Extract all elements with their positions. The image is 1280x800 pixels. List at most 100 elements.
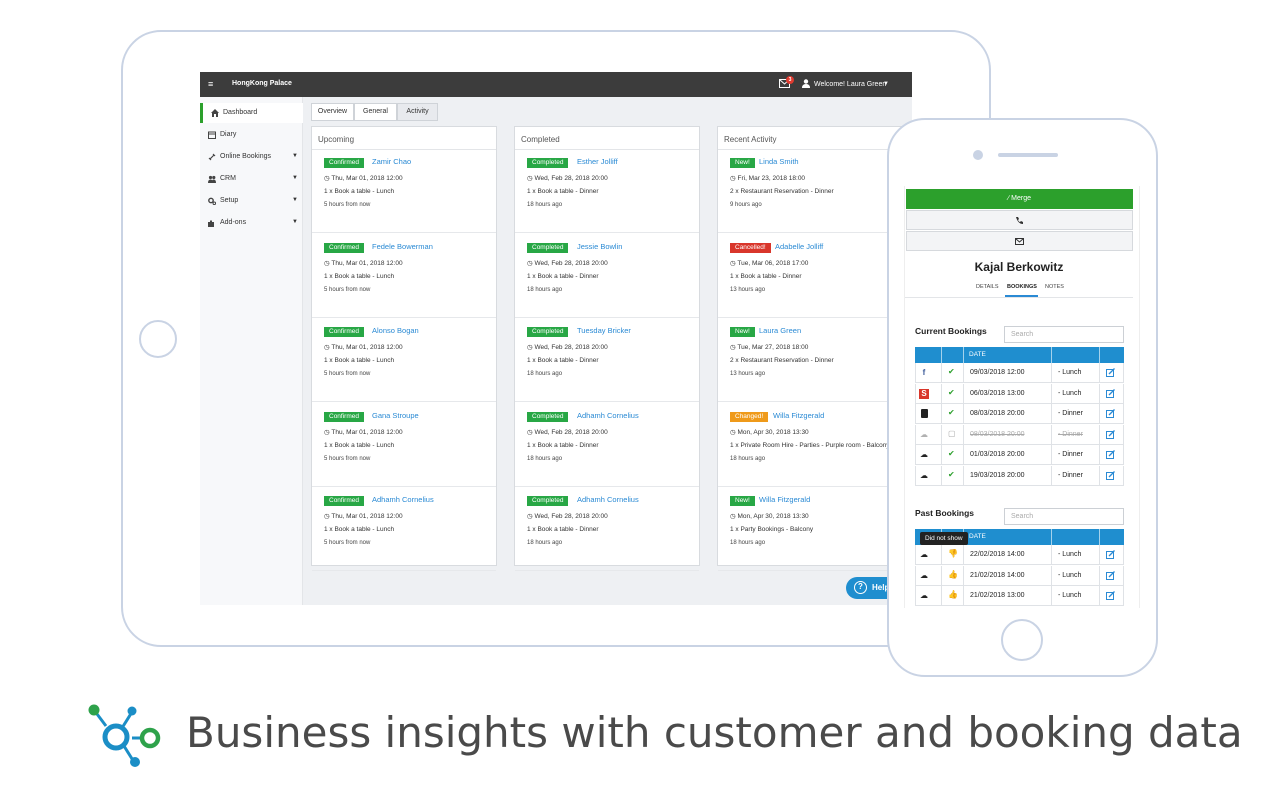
sidebar-item-add-ons[interactable]: Add-ons ▼	[200, 213, 303, 233]
customer-link[interactable]: Tuesday Bricker	[577, 326, 631, 335]
edit-icon[interactable]	[1106, 470, 1115, 480]
edit-icon[interactable]	[1106, 409, 1115, 418]
current-bookings-search-input[interactable]: Search	[1004, 326, 1124, 343]
cell-divider	[963, 565, 964, 586]
relative-time: 9 hours ago	[730, 202, 762, 208]
cell-divider	[1099, 565, 1100, 586]
caret-down-icon[interactable]: ▼	[883, 81, 889, 87]
merge-button[interactable]: ∕ Merge	[906, 189, 1133, 209]
customer-link[interactable]: Adhamh Cornelius	[577, 411, 639, 420]
activity-card[interactable]: New! Willa Fitzgerald ◷ Mon, Apr 30, 2018 …	[718, 487, 911, 571]
date-header[interactable]: DATE	[969, 533, 986, 540]
table-row[interactable]: ☁ 👍 21/02/2018 14:00 - Lunch	[915, 565, 1124, 586]
booking-description: 2 x Restaurant Reservation - Dinner	[730, 188, 834, 195]
activity-card[interactable]: Completed Adhamh Cornelius ◷ Wed, Feb 28, …	[515, 403, 699, 487]
relative-time: 5 hours from now	[324, 455, 371, 462]
activity-card[interactable]: Completed Tuesday Bricker ◷ Wed, Feb 28, 2…	[515, 318, 699, 402]
chevron-down-icon: ▼	[292, 153, 298, 159]
booking-meal: - Dinner	[1058, 410, 1083, 417]
table-row[interactable]: f ✔ 09/03/2018 12:00 - Lunch	[915, 363, 1124, 383]
table-header: DATE	[915, 347, 1124, 363]
sidebar-item-diary[interactable]: Diary	[200, 125, 303, 145]
customer-link[interactable]: Gana Stroupe	[372, 411, 419, 420]
relative-time: 5 hours from now	[324, 286, 371, 293]
datetime-text: Thu, Mar 01, 2018 12:00	[331, 513, 403, 520]
activity-card[interactable]: Changed! Willa Fitzgerald ◷ Mon, Apr 30, 2…	[718, 403, 911, 487]
edit-icon[interactable]	[1106, 429, 1115, 439]
chevron-down-icon: ▼	[292, 219, 298, 225]
relative-time: 18 hours ago	[730, 540, 766, 546]
activity-card[interactable]: Confirmed Fedele Bowerman ◷ Thu, Mar 01, 2…	[312, 234, 496, 318]
booking-description: 2 x Restaurant Reservation - Dinner	[730, 357, 834, 364]
brand-name[interactable]: HongKong Palace	[232, 80, 292, 87]
edit-icon[interactable]	[1106, 550, 1115, 559]
tab-notes[interactable]: NOTES	[1045, 284, 1064, 290]
activity-card[interactable]: Confirmed Gana Stroupe ◷ Thu, Mar 01, 2018…	[312, 403, 496, 487]
status-badge: Completed	[527, 411, 569, 422]
call-button[interactable]	[906, 210, 1133, 230]
booking-meal: - Dinner	[1058, 471, 1083, 479]
sidebar-item-dashboard[interactable]: Dashboard	[200, 103, 303, 123]
table-row[interactable]: ☁ ▢ 08/03/2018 20:00 - Dinner	[915, 424, 1124, 445]
tab-bookings[interactable]: BOOKINGS	[1007, 284, 1037, 290]
activity-card[interactable]: New! Linda Smith ◷ Fri, Mar 23, 2018 18:00…	[718, 149, 911, 233]
tab-overview[interactable]: Overview	[311, 103, 354, 121]
sidebar-item-crm[interactable]: CRM ▼	[200, 169, 303, 189]
email-button[interactable]	[906, 231, 1133, 251]
puzzle-icon	[208, 220, 214, 227]
customer-link[interactable]: Fedele Bowerman	[372, 242, 433, 251]
cell-divider	[1051, 545, 1052, 565]
datetime-text: Wed, Feb 28, 2018 20:00	[534, 259, 608, 267]
datetime-text: Mon, Apr 30, 2018 13:30	[737, 428, 809, 436]
booking-date: 09/03/2018 12:00	[970, 369, 1025, 376]
user-menu[interactable]: Welcome! Laura Green	[814, 81, 886, 88]
customer-link[interactable]: Esther Jolliff	[577, 157, 618, 166]
activity-card[interactable]: Completed Adhamh Cornelius ◷ Wed, Feb 28, …	[515, 487, 699, 571]
datetime-text: Thu, Mar 01, 2018 12:00	[331, 259, 403, 267]
table-row[interactable]: ☁ ✔ 19/03/2018 20:00 - Dinner	[915, 465, 1124, 486]
table-row[interactable]: ☁ 👍 21/02/2018 13:00 - Lunch	[915, 586, 1124, 606]
customer-link[interactable]: Adhamh Cornelius	[577, 495, 639, 504]
activity-card[interactable]: Cancelled! Adabelle Jolliff ◷ Tue, Mar 06,…	[718, 234, 911, 318]
column-title: Upcoming	[318, 135, 355, 144]
customer-link[interactable]: Jessie Bowlin	[577, 242, 622, 251]
activity-card[interactable]: Confirmed Alonso Bogan ◷ Thu, Mar 01, 2018…	[312, 318, 496, 402]
cell-divider	[1051, 363, 1052, 383]
sidebar-item-setup[interactable]: Setup ▼	[200, 191, 303, 211]
customer-link[interactable]: Adhamh Cornelius	[372, 495, 434, 504]
table-row[interactable]: ☁ 👎 22/02/2018 14:00 - Lunch	[915, 545, 1124, 565]
activity-card[interactable]: Completed Esther Jolliff ◷ Wed, Feb 28, 20…	[515, 149, 699, 233]
customer-link[interactable]: Willa Fitzgerald	[773, 411, 824, 420]
mail-count-badge: 3	[786, 76, 794, 84]
cell-divider	[941, 404, 942, 424]
customer-link[interactable]: Laura Green	[759, 326, 801, 335]
customer-link[interactable]: Alonso Bogan	[372, 326, 419, 335]
tab-activity[interactable]: Activity	[397, 103, 438, 121]
tab-details[interactable]: DETAILS	[976, 284, 999, 290]
edit-icon[interactable]	[1106, 388, 1115, 398]
customer-link[interactable]: Zamir Chao	[372, 157, 411, 166]
edit-icon[interactable]	[1106, 591, 1115, 600]
check-icon: ✔	[948, 408, 955, 417]
activity-card[interactable]: Completed Jessie Bowlin ◷ Wed, Feb 28, 201…	[515, 234, 699, 318]
activity-card[interactable]: New! Laura Green ◷ Tue, Mar 27, 2018 18:00…	[718, 318, 911, 402]
customer-link[interactable]: Linda Smith	[759, 157, 799, 166]
past-bookings-search-input[interactable]: Search	[1004, 508, 1124, 525]
cell-divider	[1099, 465, 1100, 486]
top-navbar: ≡ HongKong Palace 3 Welcome! Laura Green…	[200, 72, 912, 97]
activity-card[interactable]: Confirmed Adhamh Cornelius ◷ Thu, Mar 01, …	[312, 487, 496, 571]
table-row[interactable]: ☁ ✔ 01/03/2018 20:00 - Dinner	[915, 445, 1124, 465]
sidebar-item-online-bookings[interactable]: Online Bookings ▼	[200, 147, 303, 167]
edit-icon[interactable]	[1106, 450, 1115, 459]
table-row[interactable]: ✔ 08/03/2018 20:00 - Dinner	[915, 404, 1124, 424]
date-header[interactable]: DATE	[969, 351, 986, 358]
booking-meal: - Lunch	[1058, 551, 1082, 558]
menu-icon[interactable]: ≡	[208, 79, 213, 89]
customer-link[interactable]: Willa Fitzgerald	[759, 495, 810, 504]
edit-icon[interactable]	[1106, 368, 1115, 377]
edit-icon[interactable]	[1106, 570, 1115, 580]
customer-link[interactable]: Adabelle Jolliff	[775, 242, 823, 251]
activity-card[interactable]: Confirmed Zamir Chao ◷ Thu, Mar 01, 2018 1…	[312, 149, 496, 233]
table-row[interactable]: S ✔ 06/03/2018 13:00 - Lunch	[915, 383, 1124, 404]
tab-general[interactable]: General	[354, 103, 397, 121]
